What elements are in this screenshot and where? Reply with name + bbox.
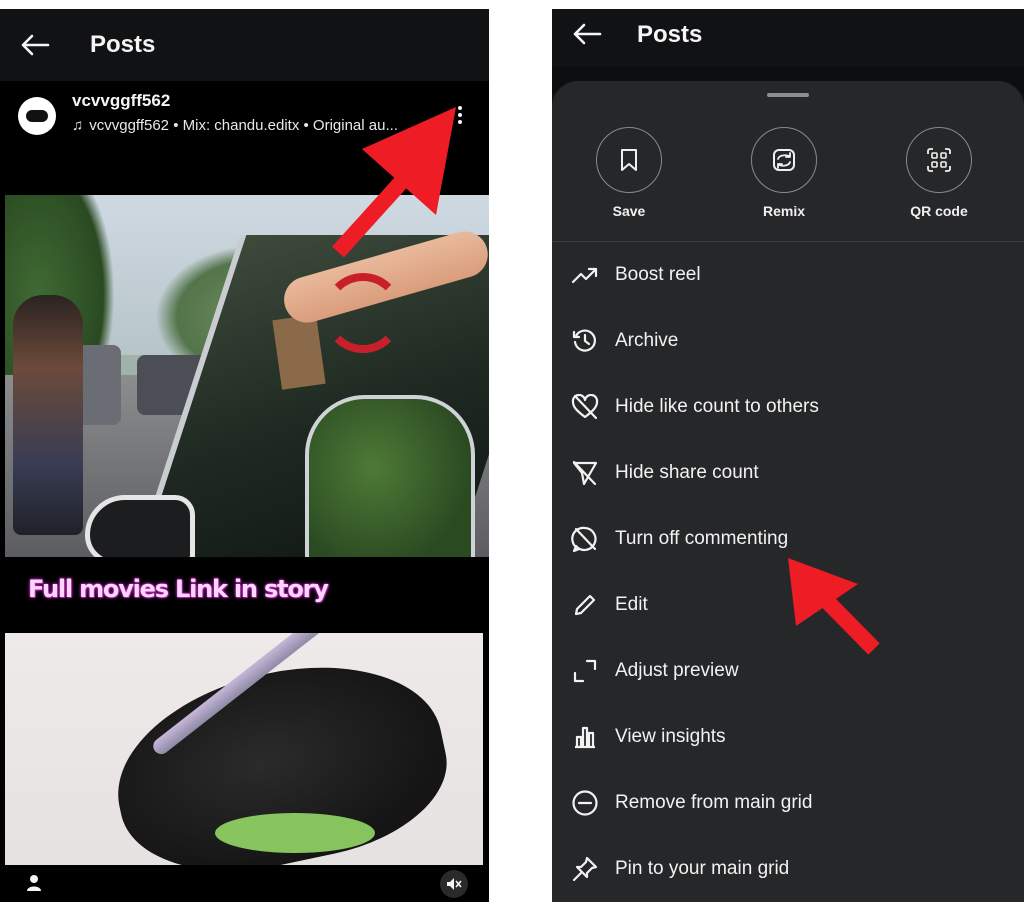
menu-item-label: Hide like count to others	[615, 396, 819, 417]
avatar[interactable]	[18, 97, 56, 135]
qr-code-label: QR code	[910, 203, 968, 219]
remix-label: Remix	[762, 203, 806, 219]
back-arrow-icon[interactable]	[572, 23, 602, 45]
crop-corners-icon	[570, 656, 600, 686]
sheet-drag-handle[interactable]	[767, 93, 809, 97]
menu-item-remove-from-main-grid[interactable]: Remove from main grid	[570, 778, 1010, 828]
divider	[552, 241, 1024, 242]
save-button[interactable]: Save	[579, 127, 679, 219]
caption-strip: Full movies Link in story	[0, 557, 489, 633]
reel-video-frame-2[interactable]	[5, 633, 483, 865]
save-label: Save	[612, 203, 646, 219]
options-bottom-sheet: Save Remix QR code Boost reel Archive Hi…	[552, 81, 1024, 902]
menu-item-archive[interactable]: Archive	[570, 316, 1010, 366]
pencil-icon	[570, 590, 600, 620]
page-title: Posts	[90, 31, 156, 58]
menu-item-label: Adjust preview	[615, 660, 739, 681]
right-phone-screen: Posts Save Remix QR code Boost reel Arch…	[552, 9, 1024, 902]
bookmark-icon	[596, 127, 662, 193]
left-phone-screen: Posts vcvvggff562 ♫ vcvvggff562 • Mix: c…	[0, 9, 489, 902]
mute-icon[interactable]	[440, 870, 468, 898]
reel-bottom-controls	[0, 865, 489, 902]
pin-icon	[570, 854, 600, 884]
qr-code-icon	[906, 127, 972, 193]
menu-item-hide-share-count[interactable]: Hide share count	[570, 448, 1010, 498]
remix-icon	[751, 127, 817, 193]
menu-item-pin-to-main-grid[interactable]: Pin to your main grid	[570, 844, 1010, 894]
comment-off-icon	[570, 524, 600, 554]
archive-history-icon	[570, 326, 600, 356]
top-bar: Posts	[0, 9, 489, 81]
menu-item-label: View insights	[615, 726, 726, 747]
menu-item-view-insights[interactable]: View insights	[570, 712, 1010, 762]
menu-item-label: Archive	[615, 330, 679, 351]
menu-item-label: Boost reel	[615, 264, 701, 285]
back-arrow-icon[interactable]	[20, 34, 50, 56]
menu-item-boost-reel[interactable]: Boost reel	[570, 250, 1010, 300]
menu-item-hide-like-count[interactable]: Hide like count to others	[570, 382, 1010, 432]
menu-item-label: Pin to your main grid	[615, 858, 790, 879]
caption-overlay-text: Full movies Link in story	[28, 575, 329, 603]
qr-code-button[interactable]: QR code	[889, 127, 989, 219]
trending-up-icon	[570, 260, 600, 290]
person-icon[interactable]	[26, 874, 42, 892]
music-note-icon: ♫	[72, 117, 84, 134]
menu-item-label: Edit	[615, 594, 648, 615]
menu-item-label: Turn off commenting	[615, 528, 789, 549]
bar-chart-icon	[570, 722, 600, 752]
annotation-arrow-icon	[788, 558, 880, 655]
send-off-icon	[570, 458, 600, 488]
heart-off-icon	[570, 392, 600, 422]
menu-item-label: Remove from main grid	[615, 792, 813, 813]
minus-circle-icon	[570, 788, 600, 818]
menu-item-label: Hide share count	[615, 462, 759, 483]
annotation-arrow-icon	[332, 107, 456, 258]
username[interactable]: vcvvggff562	[72, 91, 170, 111]
page-title: Posts	[637, 21, 703, 48]
remix-button[interactable]: Remix	[734, 127, 834, 219]
